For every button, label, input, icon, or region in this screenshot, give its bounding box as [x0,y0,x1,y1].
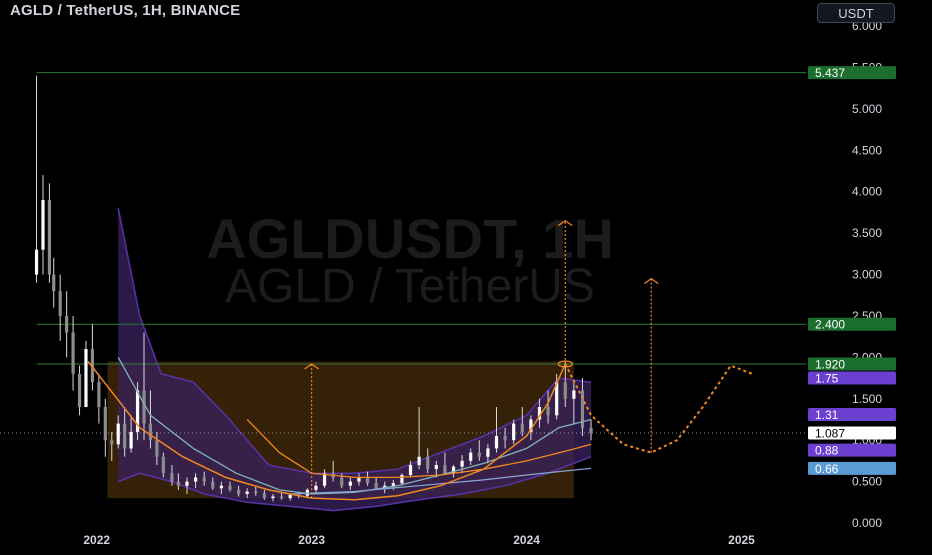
candle-body [546,407,550,416]
candle-body [572,390,576,399]
candle-body [110,440,114,445]
candle-body [202,477,206,482]
candle-body [123,423,127,449]
candle-body [77,373,82,408]
candle-body [245,491,249,495]
x-tick-label: 2022 [83,533,110,547]
candle-body [103,407,107,441]
y-tick-label: 4.500 [852,143,882,157]
price-tag: 5.437 [808,66,896,80]
candle-body [365,477,370,484]
candle-body [477,452,481,457]
candle-body [148,423,153,441]
candle-body [400,474,404,484]
y-tick-label: 0.500 [852,475,882,489]
candle-body [58,291,62,316]
price-tag: 1.31 [808,407,896,422]
candle-body [142,390,146,424]
candle-body [219,485,223,489]
price-tag: 2.400 [808,317,896,332]
candle-body [97,382,101,408]
candle-body [434,465,438,470]
candle-body [426,456,430,470]
candle-body [176,481,180,486]
price-tag: 1.087 [808,426,896,440]
candle-body [408,465,413,475]
price-tag-label: 1.087 [815,426,845,440]
symbol-title: AGLD / TetherUS, 1H, BINANCE [10,2,241,19]
y-tick-label: 1.500 [852,392,882,406]
candle-body [116,423,120,445]
candle-body [469,452,473,461]
candle-body [254,491,258,494]
candle-body [52,274,56,292]
candle-body [185,481,189,486]
y-tick-label: 4.000 [852,185,882,199]
candle-body [71,332,75,374]
candle-body [193,477,198,482]
candle-body [563,382,567,399]
candle-body [443,465,447,474]
y-tick-label: 3.000 [852,268,882,282]
candle-body [129,431,133,449]
candle-body [288,494,292,499]
candle-body [155,440,159,457]
price-tag-label: 1.75 [815,372,839,386]
price-tag-label: 2.400 [815,318,845,332]
price-tag-label: 1.31 [815,408,839,422]
candle-body [236,489,241,495]
chart-area[interactable]: AGLDUSDT, 1H AGLD / TetherUS 0.000 0.500 1… [0,0,932,550]
currency-button[interactable]: USDT [817,3,895,23]
candle-body [228,485,232,490]
x-tick-label: 2024 [513,533,540,547]
price-tag-label: 0.66 [815,462,839,476]
x-tick-label: 2023 [298,533,325,547]
candle-body [170,473,174,482]
price-chart[interactable]: AGLDUSDT, 1H AGLD / TetherUS 0.0000.5001… [0,0,932,550]
candle-body [589,427,593,433]
y-tick-label: 3.500 [852,226,882,240]
candle-body [503,436,507,441]
candle-body [279,496,284,499]
price-tag-label: 0.88 [815,444,839,458]
candle-body [417,456,421,466]
candle-body [161,456,165,474]
y-tick-label: 0.000 [852,516,882,530]
price-tag-label: 1.920 [815,357,845,371]
price-tag: 1.75 [808,371,896,386]
candle-body [211,481,215,489]
candle-body [262,493,266,499]
candle-body [47,199,52,275]
candle [84,340,88,408]
price-tag: 1.920 [808,357,896,371]
candle-body [486,448,490,457]
candle-body [494,436,499,449]
x-tick-label: 2025 [728,533,755,547]
y-tick-label: 5.000 [852,102,882,116]
candle-body [520,423,524,432]
candle-body [340,477,344,486]
price-tag-label: 5.437 [815,66,845,80]
price-tag: 0.66 [808,461,896,476]
candle-body [314,485,318,490]
candle-body [348,481,352,486]
candle-body [512,423,516,441]
candle-body [41,199,45,250]
candle-body [374,483,378,489]
candle-body [460,460,464,467]
candle-body [391,483,395,486]
price-tag: 0.88 [808,443,896,458]
candle-body [65,315,69,333]
candle-body [84,349,88,408]
candle-body [34,249,39,275]
watermark-line-2: AGLD / TetherUS [225,260,595,313]
candle-body [271,496,275,499]
candle-body [357,477,361,482]
